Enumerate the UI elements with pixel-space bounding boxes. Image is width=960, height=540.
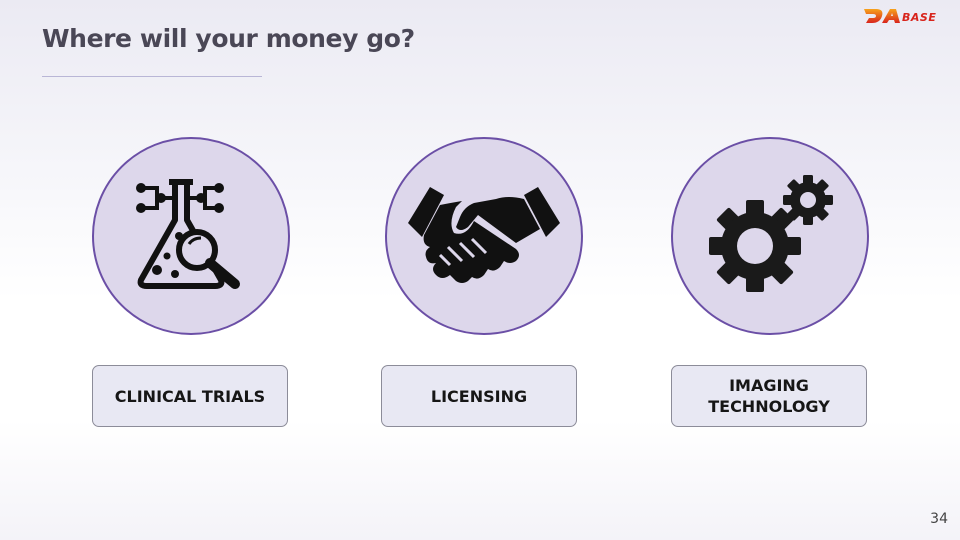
licensing-circle xyxy=(385,137,583,335)
clinical-trials-label: CLINICAL TRIALS xyxy=(92,365,288,427)
svg-text:BASE: BASE xyxy=(902,11,936,24)
page-number: 34 xyxy=(930,511,948,527)
imaging-technology-circle xyxy=(671,137,869,335)
licensing-label: LICENSING xyxy=(381,365,577,427)
gears-icon xyxy=(709,175,833,292)
title-underline xyxy=(42,76,262,77)
logo: BASE xyxy=(862,7,952,30)
logo-icon: BASE xyxy=(864,9,936,24)
lab-flask-magnifier-icon xyxy=(136,179,240,289)
clinical-trials-circle xyxy=(92,137,290,335)
handshake-icon xyxy=(408,187,560,283)
imaging-technology-label: IMAGING TECHNOLOGY xyxy=(671,365,867,427)
slide-title: Where will your money go? xyxy=(42,24,415,53)
